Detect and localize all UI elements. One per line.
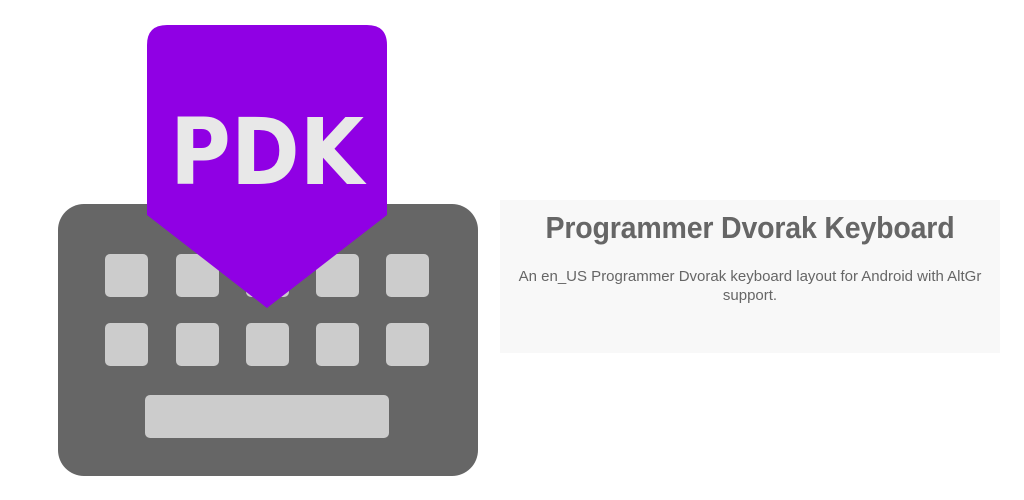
app-info-card: Programmer Dvorak Keyboard An en_US Prog… [500, 200, 1000, 353]
key [386, 254, 429, 297]
logo-text: PDK [170, 99, 367, 206]
keyboard-logo-graphic: PDK [58, 25, 478, 476]
key [386, 323, 429, 366]
key [105, 323, 148, 366]
app-title: Programmer Dvorak Keyboard [545, 210, 955, 245]
key [246, 323, 289, 366]
space-bar [145, 395, 389, 438]
key [105, 254, 148, 297]
key [176, 323, 219, 366]
app-logo: PDK [0, 0, 500, 500]
app-description: An en_US Programmer Dvorak keyboard layo… [518, 268, 982, 304]
key [316, 323, 359, 366]
